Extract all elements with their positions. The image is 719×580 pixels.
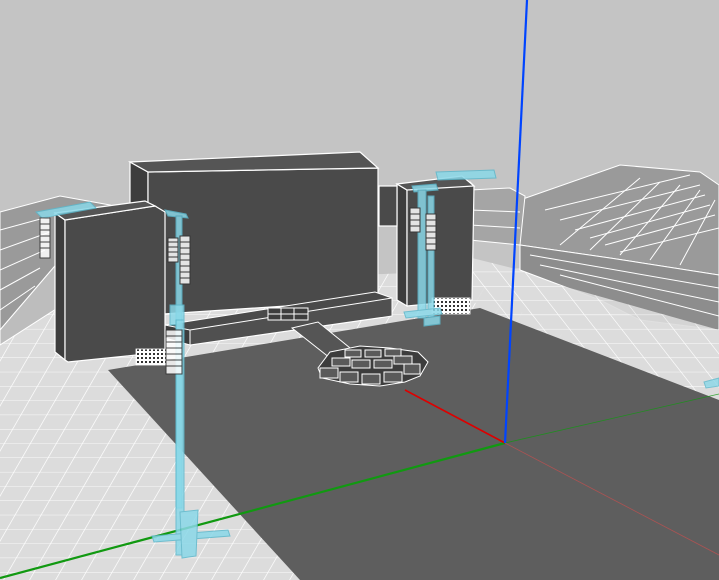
3d-viewport[interactable] [0,0,719,580]
left-speaker-grille [135,348,167,366]
scene-canvas[interactable] [0,0,719,580]
left-side-tower[interactable] [53,200,166,363]
main-screen-block[interactable] [127,151,380,317]
